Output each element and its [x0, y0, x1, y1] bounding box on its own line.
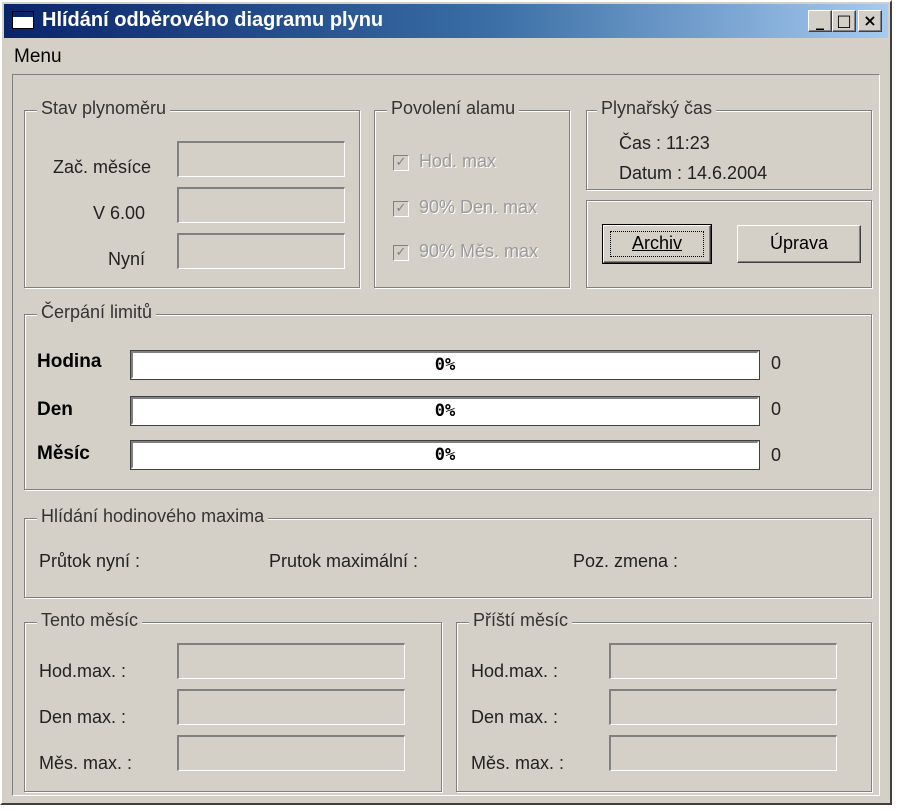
- label-den-max: Den max. :: [39, 707, 127, 727]
- label-zac-mesice: Zač. měsíce: [52, 157, 151, 177]
- time-text: Čas : 11:23: [619, 133, 710, 153]
- progress-text: 0%: [434, 445, 456, 465]
- label-mes-max: Měs. max. :: [471, 753, 565, 773]
- checkbox-label: Hod. max: [419, 151, 497, 171]
- checkbox-mes-max[interactable]: ✓: [393, 245, 409, 261]
- checkbox-den-max[interactable]: ✓: [393, 201, 409, 217]
- label-hodina: Hodina: [37, 351, 102, 372]
- maximize-button[interactable]: □: [832, 10, 856, 32]
- label-prutok-maximalni: Prutok maximální :: [269, 551, 419, 571]
- group-title: Příští měsíc: [469, 610, 573, 631]
- group-pristi-mesic: Příští měsíc Hod.max. : Den max. : Měs. …: [456, 610, 872, 792]
- label-den-max: Den max. :: [471, 707, 559, 727]
- progress-den: 0%: [130, 396, 760, 426]
- value-den: 0: [771, 399, 782, 419]
- value-mesic: 0: [771, 445, 782, 465]
- group-hlidani-hodinoveho-maxima: Hlídání hodinového maxima Průtok nyní : …: [24, 506, 872, 598]
- field-pristi-mes-max[interactable]: [609, 735, 837, 771]
- label-den: Den: [37, 399, 73, 420]
- title-bar[interactable]: Hlídání odběrového diagramu plynu _ □ ×: [4, 4, 888, 38]
- value-hodina: 0: [771, 353, 782, 373]
- field-tento-den-max[interactable]: [177, 689, 405, 725]
- group-povoleni-alamu: Povolení alamu ✓ Hod. max ✓ 90% Den. max…: [374, 98, 570, 288]
- label-v600: V 6.00: [92, 203, 145, 223]
- window-icon: [12, 11, 34, 29]
- close-button[interactable]: ×: [858, 10, 882, 32]
- field-zac-mesice[interactable]: [177, 141, 345, 177]
- group-title: Stav plynoměru: [37, 98, 171, 119]
- field-pristi-hod-max[interactable]: [609, 643, 837, 679]
- group-tento-mesic: Tento měsíc Hod.max. : Den max. : Měs. m…: [24, 610, 442, 792]
- progress-text: 0%: [434, 401, 456, 421]
- field-v600[interactable]: [177, 187, 345, 223]
- window-title: Hlídání odběrového diagramu plynu: [42, 9, 384, 31]
- field-pristi-den-max[interactable]: [609, 689, 837, 725]
- progress-mesic: 0%: [130, 440, 760, 470]
- archiv-button[interactable]: Archiv: [602, 224, 712, 264]
- label-poz-zmena: Poz. zmena :: [573, 551, 679, 571]
- label-mes-max: Měs. max. :: [39, 753, 133, 773]
- group-cerpani-limitu: Čerpání limitů Hodina 0% 0 Den 0% 0 Měsí…: [24, 302, 872, 490]
- group-title: Plynařský čas: [597, 98, 717, 119]
- field-tento-mes-max[interactable]: [177, 735, 405, 771]
- group-plynarsky-cas: Plynařský čas Čas : 11:23 Datum : 14.6.2…: [586, 98, 872, 190]
- label-nyni: Nyní: [107, 249, 145, 269]
- menu-bar: Menu: [4, 40, 888, 70]
- field-tento-hod-max[interactable]: [177, 643, 405, 679]
- group-title: Povolení alamu: [387, 98, 520, 119]
- progress-hodina: 0%: [130, 350, 760, 380]
- group-buttons: Archiv Úprava: [586, 200, 872, 288]
- group-title: Tento měsíc: [37, 610, 143, 631]
- checkbox-label: 90% Den. max: [419, 197, 538, 217]
- uprava-button-label: Úprava: [769, 233, 829, 253]
- group-title: Čerpání limitů: [37, 302, 157, 323]
- progress-text: 0%: [434, 355, 456, 375]
- focus-rect: [610, 231, 704, 257]
- uprava-button[interactable]: Úprava: [737, 225, 861, 263]
- field-nyni[interactable]: [177, 233, 345, 269]
- label-hod-max: Hod.max. :: [471, 661, 559, 681]
- group-stav-plynomeru: Stav plynoměru Zač. měsíce V 6.00 Nyní: [24, 98, 360, 288]
- checkbox-hod-max[interactable]: ✓: [393, 155, 409, 171]
- date-text: Datum : 14.6.2004: [619, 163, 768, 183]
- label-mesic: Měsíc: [37, 443, 90, 464]
- main-window: Hlídání odběrového diagramu plynu _ □ × …: [0, 0, 892, 805]
- menu-item-menu[interactable]: Menu: [14, 46, 62, 68]
- label-prutok-nyni: Průtok nyní :: [39, 551, 141, 571]
- group-title: Hlídání hodinového maxima: [37, 506, 269, 527]
- label-hod-max: Hod.max. :: [39, 661, 127, 681]
- checkbox-label: 90% Měs. max: [419, 241, 539, 261]
- minimize-button[interactable]: _: [808, 10, 832, 32]
